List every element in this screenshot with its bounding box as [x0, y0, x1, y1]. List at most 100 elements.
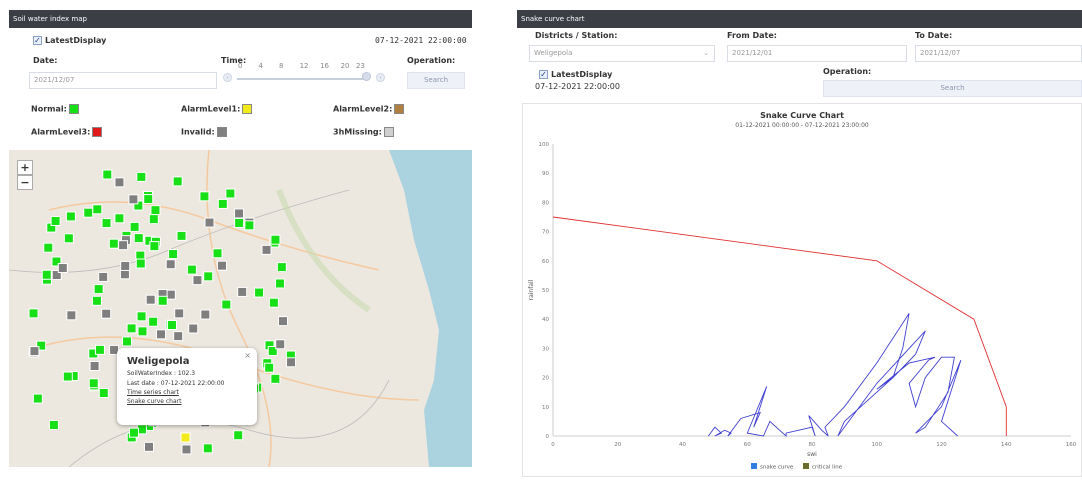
station-marker-invalid[interactable] [173, 331, 184, 342]
station-marker-normal[interactable] [65, 211, 76, 222]
station-marker-invalid[interactable] [114, 177, 125, 188]
latest-display-checkbox[interactable]: ✓ [539, 70, 548, 79]
station-marker-normal[interactable] [92, 204, 103, 215]
station-marker-invalid[interactable] [165, 259, 176, 270]
station-marker-normal[interactable] [88, 378, 99, 389]
time-next-button[interactable]: › [376, 73, 385, 82]
station-marker-normal[interactable] [202, 443, 213, 454]
station-marker-normal[interactable] [150, 205, 161, 216]
station-marker-invalid[interactable] [118, 240, 129, 251]
station-marker-invalid[interactable] [200, 309, 211, 320]
station-marker-normal[interactable] [126, 323, 137, 334]
station-marker-normal[interactable] [41, 269, 52, 280]
station-marker-invalid[interactable] [174, 308, 185, 319]
station-marker-normal[interactable] [128, 427, 139, 438]
station-marker-invalid[interactable] [188, 323, 199, 334]
station-marker-normal[interactable] [234, 217, 245, 228]
station-marker-normal[interactable] [221, 299, 232, 310]
station-marker-normal[interactable] [94, 344, 105, 355]
station-marker-normal[interactable] [102, 169, 113, 180]
station-marker-invalid[interactable] [277, 316, 288, 327]
station-marker-invalid[interactable] [181, 444, 192, 455]
station-marker-invalid[interactable] [156, 329, 167, 340]
station-marker-invalid[interactable] [237, 286, 248, 297]
to-date-input[interactable]: 2021/12/07 [915, 45, 1082, 62]
station-marker-normal[interactable] [28, 308, 39, 319]
station-marker-invalid[interactable] [275, 339, 286, 350]
station-marker-invalid[interactable] [57, 263, 68, 274]
station-marker-normal[interactable] [135, 258, 146, 269]
station-marker-normal[interactable] [270, 234, 281, 245]
station-marker-normal[interactable] [122, 336, 133, 347]
station-marker-normal[interactable] [114, 213, 125, 224]
station-marker-normal[interactable] [157, 295, 168, 306]
station-marker-invalid[interactable] [145, 294, 156, 305]
station-marker-normal[interactable] [83, 207, 94, 218]
station-marker-invalid[interactable] [216, 260, 227, 271]
station-marker-normal[interactable] [137, 326, 148, 337]
station-marker-normal[interactable] [62, 371, 73, 382]
station-marker-invalid[interactable] [120, 260, 131, 271]
station-marker-normal[interactable] [203, 271, 214, 282]
station-marker-normal[interactable] [176, 230, 187, 241]
station-marker-invalid[interactable] [101, 308, 112, 319]
station-marker-normal[interactable] [148, 316, 159, 327]
snake-curve-chart-link[interactable]: Snake curve chart [127, 398, 247, 405]
station-marker-normal[interactable] [270, 373, 281, 384]
station-marker-normal[interactable] [268, 297, 279, 308]
station-marker-invalid[interactable] [192, 275, 203, 286]
station-marker-normal[interactable] [48, 419, 59, 430]
station-marker-normal[interactable] [108, 238, 119, 249]
time-slider-track[interactable] [237, 78, 365, 80]
station-marker-normal[interactable] [63, 233, 74, 244]
zoom-out-button[interactable]: − [17, 175, 33, 190]
station-marker-normal[interactable] [254, 287, 265, 298]
time-series-chart-link[interactable]: Time series chart [127, 389, 247, 396]
station-marker-normal[interactable] [133, 233, 144, 244]
station-marker-invalid[interactable] [128, 194, 139, 205]
date-input[interactable]: 2021/12/07 [29, 72, 217, 89]
search-button[interactable]: Search [823, 80, 1082, 97]
station-marker-normal[interactable] [98, 387, 109, 398]
station-marker-invalid[interactable] [66, 310, 77, 321]
soil-water-map[interactable]: + − × Weligepola SoilWaterIndex : 102.3 … [9, 150, 472, 467]
station-marker-normal[interactable] [91, 295, 102, 306]
station-marker-normal[interactable] [168, 249, 179, 260]
station-marker-normal[interactable] [186, 264, 197, 275]
station-marker-invalid[interactable] [261, 244, 272, 255]
time-prev-button[interactable]: ‹ [223, 73, 232, 82]
station-marker-invalid[interactable] [29, 346, 40, 357]
station-marker-normal[interactable] [143, 194, 154, 205]
station-marker-invalid[interactable] [119, 269, 130, 280]
station-marker-normal[interactable] [225, 188, 236, 199]
station-marker-normal[interactable] [43, 242, 54, 253]
station-marker-normal[interactable] [172, 176, 183, 187]
station-marker-normal[interactable] [50, 215, 61, 226]
district-select[interactable]: Weligepola ⌄ [529, 45, 715, 62]
station-marker-invalid[interactable] [98, 271, 109, 282]
station-marker-normal[interactable] [148, 214, 159, 225]
station-marker-normal[interactable] [32, 393, 43, 404]
station-marker-normal[interactable] [136, 311, 147, 322]
zoom-in-button[interactable]: + [17, 160, 33, 175]
station-marker-normal[interactable] [149, 241, 160, 252]
station-marker-normal[interactable] [276, 262, 287, 273]
popup-close-icon[interactable]: × [244, 351, 251, 360]
station-marker-invalid[interactable] [204, 217, 215, 228]
station-marker-alarm1[interactable] [180, 432, 191, 443]
from-date-input[interactable]: 2021/12/01 [727, 45, 907, 62]
station-marker-normal[interactable] [199, 191, 210, 202]
station-marker-invalid[interactable] [234, 208, 245, 219]
station-marker-invalid[interactable] [286, 357, 297, 368]
station-marker-normal[interactable] [129, 221, 140, 232]
station-marker-normal[interactable] [244, 220, 255, 231]
station-marker-normal[interactable] [212, 248, 223, 259]
time-slider-handle[interactable] [362, 72, 371, 81]
station-marker-normal[interactable] [264, 362, 275, 373]
station-marker-normal[interactable] [93, 284, 104, 295]
latest-display-checkbox[interactable]: ✓ [33, 36, 42, 45]
station-marker-normal[interactable] [217, 198, 228, 209]
station-marker-normal[interactable] [166, 320, 177, 331]
station-marker-normal[interactable] [274, 278, 285, 289]
station-marker-normal[interactable] [233, 430, 244, 441]
